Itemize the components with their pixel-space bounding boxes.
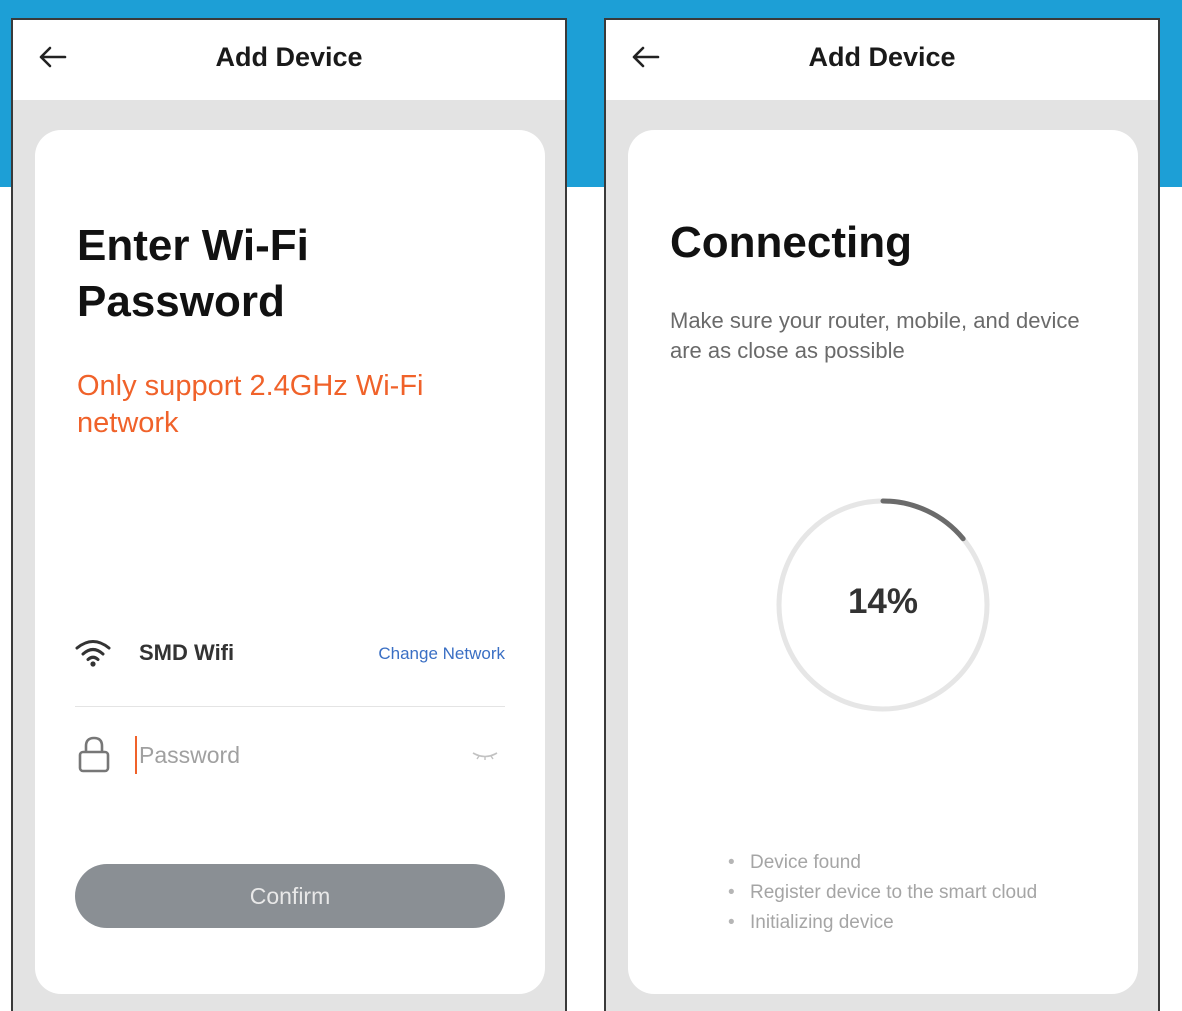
screen-heading: Connecting [670,218,912,267]
page-title: Add Device [808,42,956,72]
progress-percent: 14% [847,582,919,621]
screen-heading: Enter Wi-Fi Password [77,221,309,326]
top-bar: Add Device [606,20,1158,100]
content-card: Connecting Make sure your router, mobile… [628,130,1138,994]
step-item: Register device to the smart cloud [728,878,1037,908]
password-row [75,730,505,784]
page-title: Add Device [215,42,363,72]
wifi-password-screen: Add Device Enter Wi-Fi Password Only sup… [11,18,567,1011]
connecting-screen: Add Device Connecting Make sure your rou… [604,18,1160,1011]
eye-icon[interactable] [471,746,499,760]
frequency-warning: Only support 2.4GHz Wi-Fi network [77,370,424,439]
confirm-button[interactable]: Confirm [75,864,505,928]
lock-icon [78,736,110,773]
network-name: SMD Wifi [139,640,235,665]
password-input[interactable] [135,736,435,774]
divider [75,706,505,707]
proximity-hint: Make sure your router, mobile, and devic… [670,308,1080,363]
network-row: SMD Wifi Change Network [75,630,505,680]
step-item: Device found [728,848,1037,878]
content-card: Enter Wi-Fi Password Only support 2.4GHz… [35,130,545,994]
change-network-link[interactable]: Change Network [378,644,505,664]
top-bar: Add Device [13,20,565,100]
step-item: Initializing device [728,908,1037,938]
connection-steps: Device foundRegister device to the smart… [728,848,1037,938]
wifi-icon [75,640,111,667]
